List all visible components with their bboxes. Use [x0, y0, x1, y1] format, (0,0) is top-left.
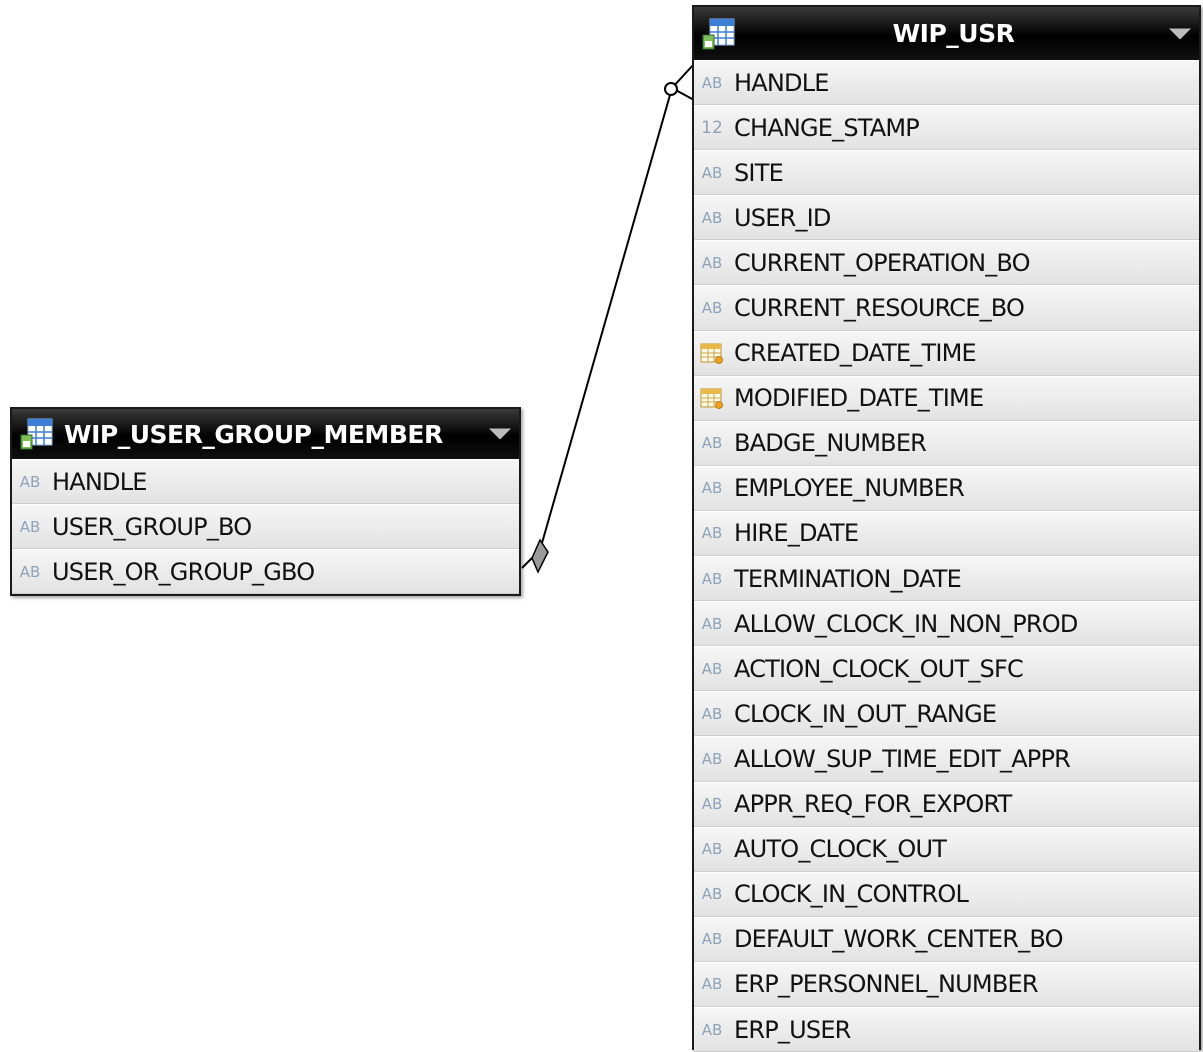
- text-type-icon: AB: [701, 885, 723, 904]
- text-type-icon: AB: [701, 163, 723, 182]
- column-row[interactable]: AB USER_ID: [694, 195, 1199, 241]
- table-wip-usr[interactable]: WIP_USR AB HANDLE 12 CHANGE_STAMP AB SITE AB US…: [692, 5, 1201, 1052]
- text-type-icon: AB: [19, 472, 41, 491]
- column-name: ALLOW_SUP_TIME_EDIT_APPR: [734, 744, 1071, 773]
- chevron-down-icon[interactable]: [489, 428, 511, 440]
- text-type-icon: AB: [701, 524, 723, 543]
- optional-end-circle: [664, 82, 678, 96]
- column-row[interactable]: AB HIRE_DATE: [694, 510, 1199, 557]
- column-name: CLOCK_IN_OUT_RANGE: [734, 699, 997, 728]
- text-type-icon: AB: [701, 1020, 723, 1039]
- column-row[interactable]: AB USER_OR_GROUP_GBO: [12, 549, 519, 595]
- column-row[interactable]: AB APPR_REQ_FOR_EXPORT: [694, 781, 1199, 827]
- text-type-icon: AB: [701, 569, 723, 588]
- column-name: CURRENT_RESOURCE_BO: [734, 294, 1025, 323]
- table-header[interactable]: WIP_USR: [694, 7, 1199, 60]
- table-icon: [18, 415, 56, 453]
- column-name: CHANGE_STAMP: [734, 113, 920, 142]
- text-type-icon: AB: [701, 434, 723, 453]
- column-name: MODIFIED_DATE_TIME: [734, 384, 984, 413]
- column-name: USER_GROUP_BO: [52, 512, 252, 541]
- column-list: AB HANDLE 12 CHANGE_STAMP AB SITE AB USER_ID AB C…: [694, 60, 1199, 1052]
- column-row[interactable]: AB ALLOW_SUP_TIME_EDIT_APPR: [694, 736, 1199, 782]
- column-name: HANDLE: [52, 467, 147, 496]
- column-name: HIRE_DATE: [734, 519, 859, 548]
- column-row[interactable]: AB CLOCK_IN_CONTROL: [694, 871, 1199, 917]
- text-type-icon: AB: [701, 614, 723, 633]
- column-row[interactable]: 12 CHANGE_STAMP: [694, 105, 1199, 151]
- column-name: TERMINATION_DATE: [734, 564, 962, 593]
- column-row[interactable]: AB CURRENT_OPERATION_BO: [694, 240, 1199, 286]
- column-name: CLOCK_IN_CONTROL: [734, 880, 969, 909]
- column-name: AUTO_CLOCK_OUT: [734, 835, 947, 864]
- column-row[interactable]: CREATED_DATE_TIME: [694, 330, 1199, 376]
- column-row[interactable]: AB SITE: [694, 150, 1199, 196]
- text-type-icon: AB: [701, 930, 723, 949]
- text-type-icon: AB: [701, 795, 723, 814]
- numeric-type-icon: 12: [701, 117, 723, 138]
- column-row[interactable]: AB CLOCK_IN_OUT_RANGE: [694, 691, 1199, 737]
- table-wip-user-group-member[interactable]: WIP_USER_GROUP_MEMBER AB HANDLE AB USER_GRO…: [10, 407, 521, 596]
- column-row[interactable]: AB HANDLE: [694, 60, 1199, 106]
- column-name: BADGE_NUMBER: [734, 429, 927, 458]
- calendar-icon: [694, 387, 730, 410]
- column-name: EMPLOYEE_NUMBER: [734, 474, 965, 503]
- column-row[interactable]: AB HANDLE: [12, 459, 519, 505]
- text-type-icon: AB: [701, 704, 723, 723]
- text-type-icon: AB: [19, 517, 41, 536]
- column-name: DEFAULT_WORK_CENTER_BO: [734, 925, 1064, 954]
- column-row[interactable]: AB ALLOW_CLOCK_IN_NON_PROD: [694, 601, 1199, 647]
- column-name: ALLOW_CLOCK_IN_NON_PROD: [734, 609, 1078, 638]
- calendar-icon: [694, 342, 730, 365]
- column-name: SITE: [734, 158, 784, 187]
- table-icon: [700, 15, 738, 53]
- table-title: WIP_USR: [892, 19, 1015, 48]
- relationship-line[interactable]: [521, 63, 695, 569]
- column-name: ERP_PERSONNEL_NUMBER: [734, 970, 1039, 999]
- text-type-icon: AB: [701, 253, 723, 272]
- column-row[interactable]: MODIFIED_DATE_TIME: [694, 375, 1199, 421]
- column-row[interactable]: AB EMPLOYEE_NUMBER: [694, 465, 1199, 511]
- column-row[interactable]: AB AUTO_CLOCK_OUT: [694, 826, 1199, 872]
- column-name: HANDLE: [734, 68, 829, 97]
- text-type-icon: AB: [701, 749, 723, 768]
- column-row[interactable]: AB CURRENT_RESOURCE_BO: [694, 285, 1199, 331]
- column-name: ACTION_CLOCK_OUT_SFC: [734, 654, 1024, 683]
- column-row[interactable]: AB DEFAULT_WORK_CENTER_BO: [694, 916, 1199, 962]
- text-type-icon: AB: [701, 73, 723, 92]
- table-title: WIP_USER_GROUP_MEMBER: [64, 419, 443, 449]
- text-type-icon: AB: [701, 479, 723, 498]
- column-name: CREATED_DATE_TIME: [734, 339, 977, 368]
- many-end-diamond: [531, 538, 549, 574]
- column-name: USER_OR_GROUP_GBO: [52, 557, 315, 586]
- relationship-tail: [671, 87, 695, 101]
- text-type-icon: AB: [19, 562, 41, 581]
- column-name: ERP_USER: [734, 1015, 851, 1044]
- column-row[interactable]: AB ERP_USER: [694, 1006, 1199, 1052]
- chevron-down-icon[interactable]: [1169, 28, 1191, 39]
- text-type-icon: AB: [701, 840, 723, 859]
- column-row[interactable]: AB USER_GROUP_BO: [12, 504, 519, 550]
- column-name: APPR_REQ_FOR_EXPORT: [734, 790, 1012, 819]
- table-header[interactable]: WIP_USER_GROUP_MEMBER: [12, 409, 519, 459]
- text-type-icon: AB: [701, 975, 723, 994]
- column-row[interactable]: AB BADGE_NUMBER: [694, 420, 1199, 466]
- column-name: USER_ID: [734, 203, 831, 232]
- column-row[interactable]: AB TERMINATION_DATE: [694, 556, 1199, 602]
- column-row[interactable]: AB ERP_PERSONNEL_NUMBER: [694, 961, 1199, 1007]
- column-row[interactable]: AB ACTION_CLOCK_OUT_SFC: [694, 646, 1199, 692]
- text-type-icon: AB: [701, 299, 723, 318]
- column-list: AB HANDLE AB USER_GROUP_BO AB USER_OR_GROUP_G…: [12, 459, 519, 595]
- text-type-icon: AB: [701, 659, 723, 678]
- column-name: CURRENT_OPERATION_BO: [734, 248, 1031, 277]
- text-type-icon: AB: [701, 208, 723, 227]
